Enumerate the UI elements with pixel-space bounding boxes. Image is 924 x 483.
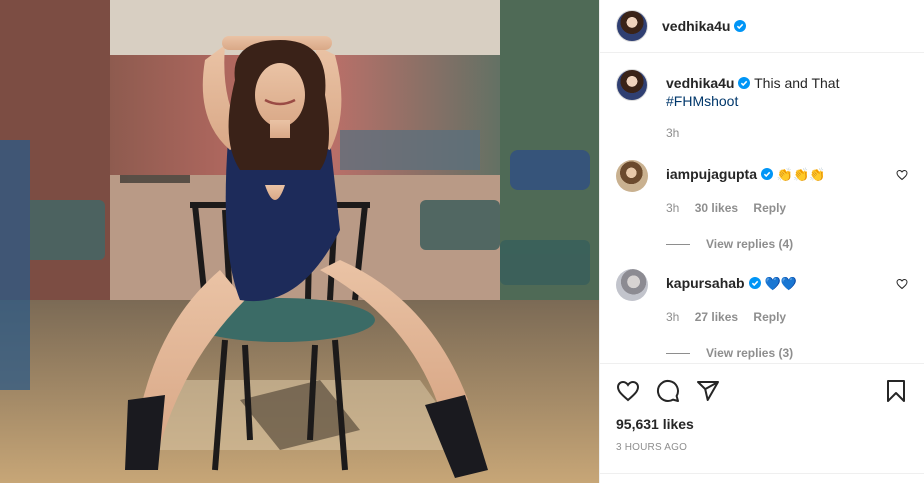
caption-text: This and That [754, 75, 840, 91]
caption-hashtag[interactable]: #FHMshoot [666, 93, 738, 109]
verified-badge-icon [748, 277, 761, 289]
comment-avatar[interactable] [616, 269, 648, 301]
view-replies-divider [666, 352, 690, 354]
comment-body: iampujagupta 👏👏👏 3h 30 likes Reply View … [666, 160, 908, 251]
comment-username[interactable]: kapursahab [666, 275, 745, 291]
comment-like-heart-icon[interactable] [896, 169, 908, 181]
likes-count[interactable]: 95,631 likes [616, 416, 908, 432]
view-replies-button[interactable]: View replies (3) [666, 346, 882, 360]
comment-time[interactable]: 3h [666, 310, 679, 324]
comment-meta: 3h 27 likes Reply [666, 310, 882, 324]
post-actions: 95,631 likes 3 HOURS AGO [600, 363, 924, 473]
post-header: vedhika4u [600, 0, 924, 53]
share-icon[interactable] [696, 379, 720, 403]
caption-text-line: vedhika4u This and That #FHMshoot [666, 69, 882, 110]
verified-badge-icon [761, 168, 774, 180]
comment-likes[interactable]: 27 likes [695, 310, 738, 324]
add-comment-area[interactable] [600, 473, 924, 483]
action-icon-row [616, 364, 908, 414]
photo-illustration [0, 0, 599, 483]
verified-badge-icon [734, 20, 747, 32]
comment-like-heart-icon[interactable] [896, 278, 908, 290]
comment-username[interactable]: iampujagupta [666, 166, 757, 182]
reply-button[interactable]: Reply [753, 310, 786, 324]
bookmark-icon[interactable] [884, 379, 908, 403]
comment-avatar[interactable] [616, 160, 648, 192]
view-replies-label: View replies (3) [706, 346, 794, 360]
caption-time[interactable]: 3h [666, 126, 679, 140]
comment-meta: 3h 30 likes Reply [666, 201, 882, 215]
caption-avatar[interactable] [616, 69, 648, 101]
author-username[interactable]: vedhika4u [662, 18, 730, 34]
reply-button[interactable]: Reply [753, 201, 786, 215]
post-photo[interactable] [0, 0, 599, 483]
instagram-post: vedhika4u vedhika4u This and That #FHMsh… [0, 0, 924, 483]
caption-meta: 3h [666, 126, 882, 140]
caption-username[interactable]: vedhika4u [666, 75, 734, 91]
post-side-panel: vedhika4u vedhika4u This and That #FHMsh… [599, 0, 924, 483]
comment-item: kapursahab 💙💙 3h 27 likes Reply View rep… [616, 269, 908, 360]
view-replies-label: View replies (4) [706, 237, 794, 251]
caption-body: vedhika4u This and That #FHMshoot 3h [666, 69, 908, 140]
comment-time[interactable]: 3h [666, 201, 679, 215]
comment-text-line: kapursahab 💙💙 [666, 269, 882, 294]
comment-icon[interactable] [656, 379, 680, 403]
comment-emoji-text: 👏👏👏 [776, 168, 826, 183]
comment-item: iampujagupta 👏👏👏 3h 30 likes Reply View … [616, 160, 908, 251]
post-timestamp[interactable]: 3 HOURS AGO [616, 442, 908, 453]
author-avatar[interactable] [616, 10, 648, 42]
view-replies-divider [666, 243, 690, 245]
heart-icon[interactable] [616, 379, 640, 403]
comment-body: kapursahab 💙💙 3h 27 likes Reply View rep… [666, 269, 908, 360]
comment-emoji-text: 💙💙 [764, 277, 797, 292]
comment-likes[interactable]: 30 likes [695, 201, 738, 215]
view-replies-button[interactable]: View replies (4) [666, 237, 882, 251]
caption: vedhika4u This and That #FHMshoot 3h [616, 69, 908, 140]
comments-section: vedhika4u This and That #FHMshoot 3h iam… [600, 53, 924, 363]
comment-text-line: iampujagupta 👏👏👏 [666, 160, 882, 185]
verified-badge-icon [738, 77, 751, 89]
